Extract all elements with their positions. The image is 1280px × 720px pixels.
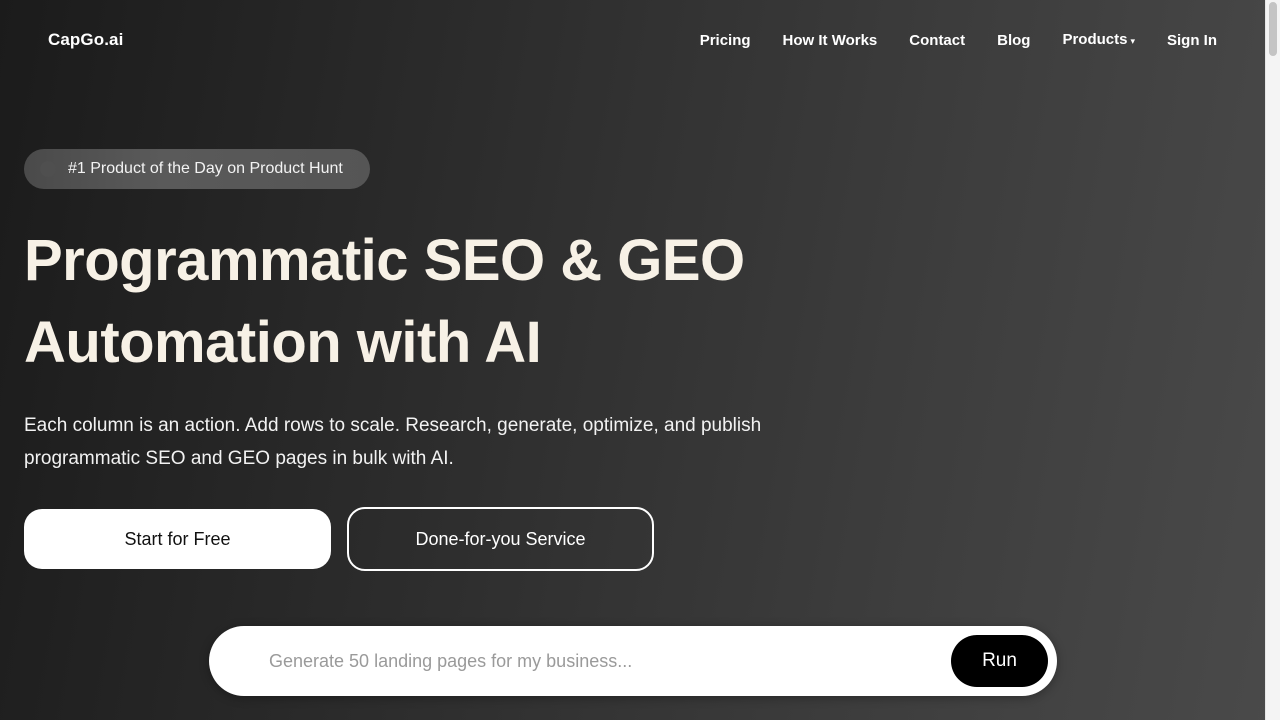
sign-in-label: Sign In bbox=[1167, 32, 1217, 49]
nav-pricing[interactable]: Pricing bbox=[700, 31, 751, 51]
hero-title-line-1: Programmatic SEO & GEO bbox=[24, 228, 745, 293]
nav-how-it-works[interactable]: How It Works bbox=[783, 31, 878, 51]
run-button[interactable]: Run bbox=[951, 635, 1048, 687]
nav-products-dropdown[interactable]: Products ▾ bbox=[1062, 30, 1135, 50]
nav-contact[interactable]: Contact bbox=[909, 31, 965, 51]
landing-page: CapGo.ai Pricing How It Works Contact Bl… bbox=[0, 0, 1265, 720]
sign-in-link[interactable]: Sign In bbox=[1167, 31, 1217, 51]
vertical-scrollbar[interactable] bbox=[1265, 0, 1280, 720]
chevron-down-icon: ▾ bbox=[1130, 36, 1135, 46]
done-for-you-service-button[interactable]: Done-for-you Service bbox=[347, 507, 654, 571]
nav-blog-label: Blog bbox=[997, 32, 1031, 49]
nav-blog[interactable]: Blog bbox=[997, 31, 1030, 51]
hero-title-line-2: Automation with AI bbox=[24, 310, 542, 375]
hero-title: Programmatic SEO & GEO Automation with A… bbox=[24, 220, 745, 384]
start-for-free-label: Start for Free bbox=[124, 528, 231, 549]
prompt-input[interactable] bbox=[269, 646, 929, 676]
logo[interactable]: CapGo.ai bbox=[48, 30, 123, 50]
nav-how-it-works-label: How It Works bbox=[782, 32, 878, 49]
run-button-label: Run bbox=[982, 650, 1017, 671]
nav-contact-label: Contact bbox=[909, 32, 966, 49]
nav-products-label: Products bbox=[1062, 31, 1128, 48]
hero-subtitle: Each column is an action. Add rows to sc… bbox=[24, 415, 762, 469]
scrollbar-thumb[interactable] bbox=[1269, 2, 1277, 56]
start-for-free-button[interactable]: Start for Free bbox=[24, 509, 331, 569]
main-nav: Pricing How It Works Contact Blog Produc… bbox=[700, 31, 1217, 51]
product-hunt-badge[interactable]: #1 Product of the Day on Product Hunt bbox=[24, 149, 370, 189]
prompt-bar: Run bbox=[209, 626, 1057, 696]
done-for-you-service-label: Done-for-you Service bbox=[415, 528, 586, 549]
product-hunt-icon bbox=[40, 161, 56, 177]
nav-pricing-label: Pricing bbox=[699, 32, 751, 49]
badge-text: #1 Product of the Day on Product Hunt bbox=[68, 160, 343, 177]
